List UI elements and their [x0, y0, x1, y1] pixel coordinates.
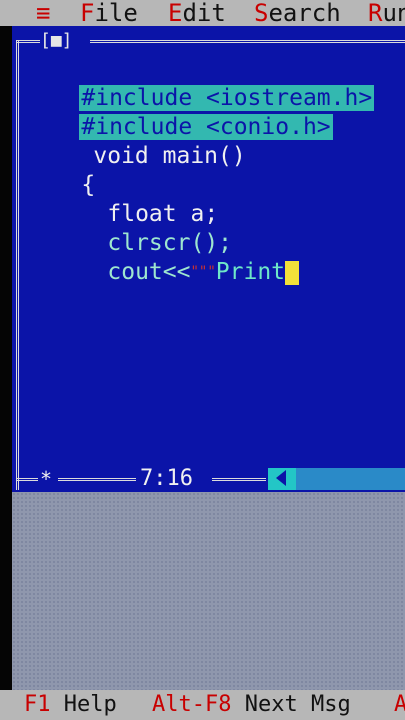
cursor-position: 7:16 [140, 466, 193, 491]
menu-file-hotkey: F [80, 0, 95, 26]
bottom-frame-right [212, 478, 266, 481]
window-frame-top [90, 40, 405, 43]
window-frame-top-left [16, 40, 40, 43]
code-line-2[interactable]: #include <conio.h> [24, 85, 333, 140]
menu-bar: ≡ File Edit Search Run [0, 0, 405, 26]
desktop-background [12, 492, 405, 690]
status-help-label: Help [63, 692, 117, 717]
code-line-5[interactable]: float a; [52, 172, 218, 227]
menu-search[interactable]: Search [254, 0, 341, 26]
code-line-3[interactable]: void main() [38, 114, 245, 169]
status-next-msg[interactable]: Alt-F8 Next Msg [152, 690, 351, 720]
code-line-4[interactable]: { [26, 143, 95, 198]
bottom-frame-left [16, 478, 38, 481]
menu-edit-label: dit [182, 0, 226, 26]
menu-file[interactable]: File [80, 0, 138, 26]
status-help-key: F1 [24, 692, 51, 717]
window-frame-left [16, 40, 19, 490]
menu-search-label: earch [268, 0, 341, 26]
scroll-left-arrow-icon [276, 470, 286, 486]
status-help[interactable]: F1 Help [24, 690, 117, 720]
status-bar: F1 Help Alt-F8 Next Msg A [0, 690, 405, 720]
menu-run-hotkey: R [368, 0, 383, 26]
string-quote-marks: """ [190, 264, 216, 280]
menu-edit[interactable]: Edit [168, 0, 226, 26]
system-menu[interactable]: ≡ [36, 0, 50, 26]
status-more[interactable]: A [394, 690, 405, 720]
code-line-6[interactable]: clrscr(); [52, 201, 232, 256]
close-box-label: [■] [40, 30, 73, 51]
window-bottom-frame: * 7:16 [12, 466, 405, 492]
menu-run[interactable]: Run [368, 0, 405, 26]
menu-run-label: un [382, 0, 405, 26]
menu-edit-hotkey: E [168, 0, 183, 26]
menu-file-label: ile [94, 0, 138, 26]
editor-window[interactable]: [■] #include <iostream.h> #include <coni… [12, 26, 405, 492]
screen-left-border [0, 0, 12, 720]
status-next-msg-label: Next Msg [244, 692, 351, 717]
menu-search-hotkey: S [254, 0, 269, 26]
bottom-frame-mid [58, 478, 136, 481]
code-line-1[interactable]: #include <iostream.h> [24, 56, 375, 111]
status-next-msg-key: Alt-F8 [152, 692, 232, 717]
code-line-7[interactable]: cout<<"""Print [52, 230, 300, 285]
code-line-3-text: void main() [93, 143, 246, 169]
code-line-7-string: Print [215, 259, 286, 285]
text-cursor [285, 260, 300, 285]
code-line-7-code: cout<< [107, 259, 191, 285]
window-close-box[interactable]: [■] [40, 30, 90, 52]
modified-indicator: * [40, 467, 53, 491]
system-menu-label: ≡ [36, 0, 51, 26]
status-more-key: A [394, 692, 405, 717]
